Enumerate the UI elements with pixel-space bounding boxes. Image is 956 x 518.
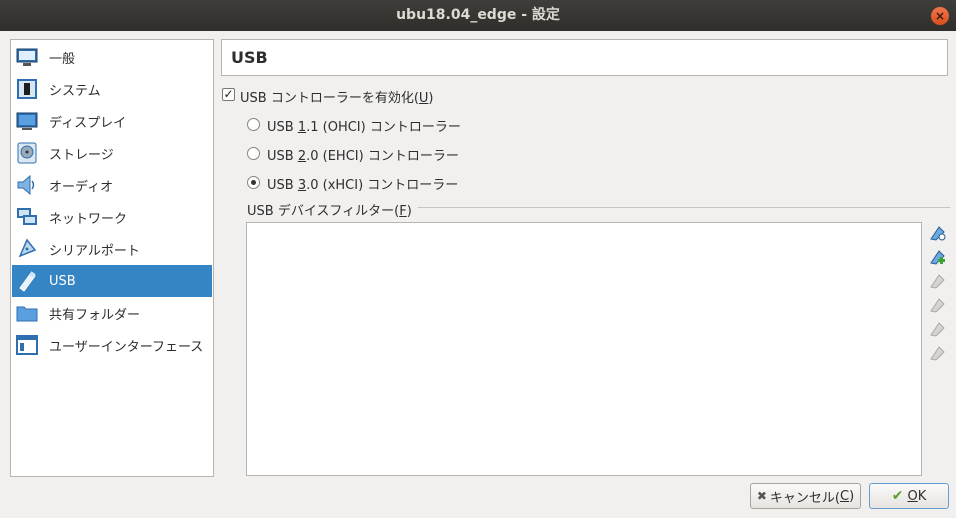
usb-filter-group-title: USB デバイスフィルター(F): [247, 200, 412, 219]
usb-filter-list[interactable]: [246, 222, 922, 476]
label-text: USB: [267, 178, 298, 193]
system-chip-icon: [16, 78, 38, 100]
window-titlebar: ubu18.04_edge - 設定 ×: [0, 0, 956, 31]
sidebar-item-display[interactable]: ディスプレイ: [12, 105, 212, 137]
audio-speaker-icon: [16, 174, 38, 196]
mnemonic: 3: [297, 178, 307, 193]
move-up-icon[interactable]: [928, 320, 946, 338]
enable-usb-checkbox[interactable]: ✓: [222, 88, 235, 101]
mnemonic: F: [399, 204, 407, 219]
group-divider: [418, 207, 950, 208]
sidebar-item-label: ネットワーク: [49, 211, 128, 227]
label-text: .1 (OHCI) コントローラー: [306, 120, 461, 135]
user-interface-icon: [16, 334, 38, 356]
label-text: USB デバイスフィルター(: [247, 204, 400, 219]
page-title: USB: [221, 39, 948, 76]
sidebar-item-system[interactable]: システム: [12, 73, 212, 105]
usb30-radio[interactable]: [247, 176, 260, 189]
button-label: キャンセル(: [769, 490, 840, 506]
usb20-radio[interactable]: [247, 147, 260, 160]
label-text: USB コントローラーを有効化(: [240, 91, 419, 106]
network-icon: [16, 206, 38, 228]
serial-port-icon: [16, 238, 38, 260]
sidebar-item-label: ディスプレイ: [49, 115, 127, 131]
add-filter-icon[interactable]: [928, 224, 946, 242]
mnemonic: 1: [297, 120, 307, 135]
usb-icon: [16, 270, 38, 292]
mnemonic: C: [839, 488, 850, 504]
sidebar-item-network[interactable]: ネットワーク: [12, 201, 212, 233]
sidebar-item-label: システム: [49, 83, 101, 99]
sidebar-item-general[interactable]: 一般: [12, 41, 212, 73]
usb11-label[interactable]: USB 1.1 (OHCI) コントローラー: [267, 116, 461, 135]
sidebar-item-label: ユーザーインターフェース: [49, 339, 204, 355]
sidebar-item-audio[interactable]: オーディオ: [12, 169, 212, 201]
sidebar-item-user-interface[interactable]: ユーザーインターフェース: [12, 329, 212, 361]
cancel-button[interactable]: ✖ キャンセル(C): [750, 483, 861, 509]
usb11-radio[interactable]: [247, 118, 260, 131]
sidebar-item-label: ストレージ: [49, 147, 114, 163]
ok-button[interactable]: ✔ OK: [869, 483, 949, 509]
close-button[interactable]: ×: [931, 7, 949, 25]
sidebar-item-label: 共有フォルダー: [49, 307, 141, 323]
display-monitor-icon: [16, 110, 38, 132]
cancel-x-icon: ✖: [756, 489, 767, 503]
add-from-device-icon[interactable]: [928, 248, 946, 266]
shared-folder-icon: [16, 302, 38, 324]
label-text: .0 (xHCI) コントローラー: [306, 178, 459, 193]
button-label: ): [849, 488, 855, 504]
label-text: ): [428, 91, 434, 106]
mnemonic: 2: [297, 149, 307, 164]
general-monitor-icon: [16, 46, 38, 68]
ok-check-icon: ✔: [891, 488, 904, 504]
button-label: K: [917, 488, 927, 504]
sidebar-item-shared-folders[interactable]: 共有フォルダー: [12, 297, 212, 329]
usb20-label[interactable]: USB 2.0 (EHCI) コントローラー: [267, 145, 459, 164]
sidebar-item-storage[interactable]: ストレージ: [12, 137, 212, 169]
usb30-label[interactable]: USB 3.0 (xHCI) コントローラー: [267, 174, 458, 193]
sidebar-item-label: シリアルポート: [49, 243, 140, 259]
label-text: USB: [267, 120, 298, 135]
label-text: USB: [267, 149, 298, 164]
mnemonic: O: [907, 488, 918, 504]
sidebar-item-label: USB: [49, 273, 76, 289]
sidebar-item-usb[interactable]: USB: [12, 265, 212, 297]
sidebar-item-serial-port[interactable]: シリアルポート: [12, 233, 212, 265]
move-down-icon[interactable]: [928, 344, 946, 362]
mnemonic: U: [418, 91, 429, 106]
checkmark-icon: ✓: [223, 87, 234, 101]
label-text: ): [406, 204, 412, 219]
label-text: .0 (EHCI) コントローラー: [306, 149, 459, 164]
close-icon: ×: [934, 9, 946, 23]
edit-filter-icon[interactable]: [928, 272, 946, 290]
sidebar-item-label: オーディオ: [49, 179, 114, 195]
remove-filter-icon[interactable]: [928, 296, 946, 314]
storage-disk-icon: [16, 142, 38, 164]
enable-usb-label[interactable]: USB コントローラーを有効化(U): [240, 87, 433, 106]
sidebar-item-label: 一般: [49, 51, 76, 67]
window-title: ubu18.04_edge - 設定: [396, 7, 560, 23]
settings-category-list[interactable]: 一般 システム ディスプレイ ストレージ オーディオ ネットワーク シリアルポー…: [10, 39, 214, 477]
